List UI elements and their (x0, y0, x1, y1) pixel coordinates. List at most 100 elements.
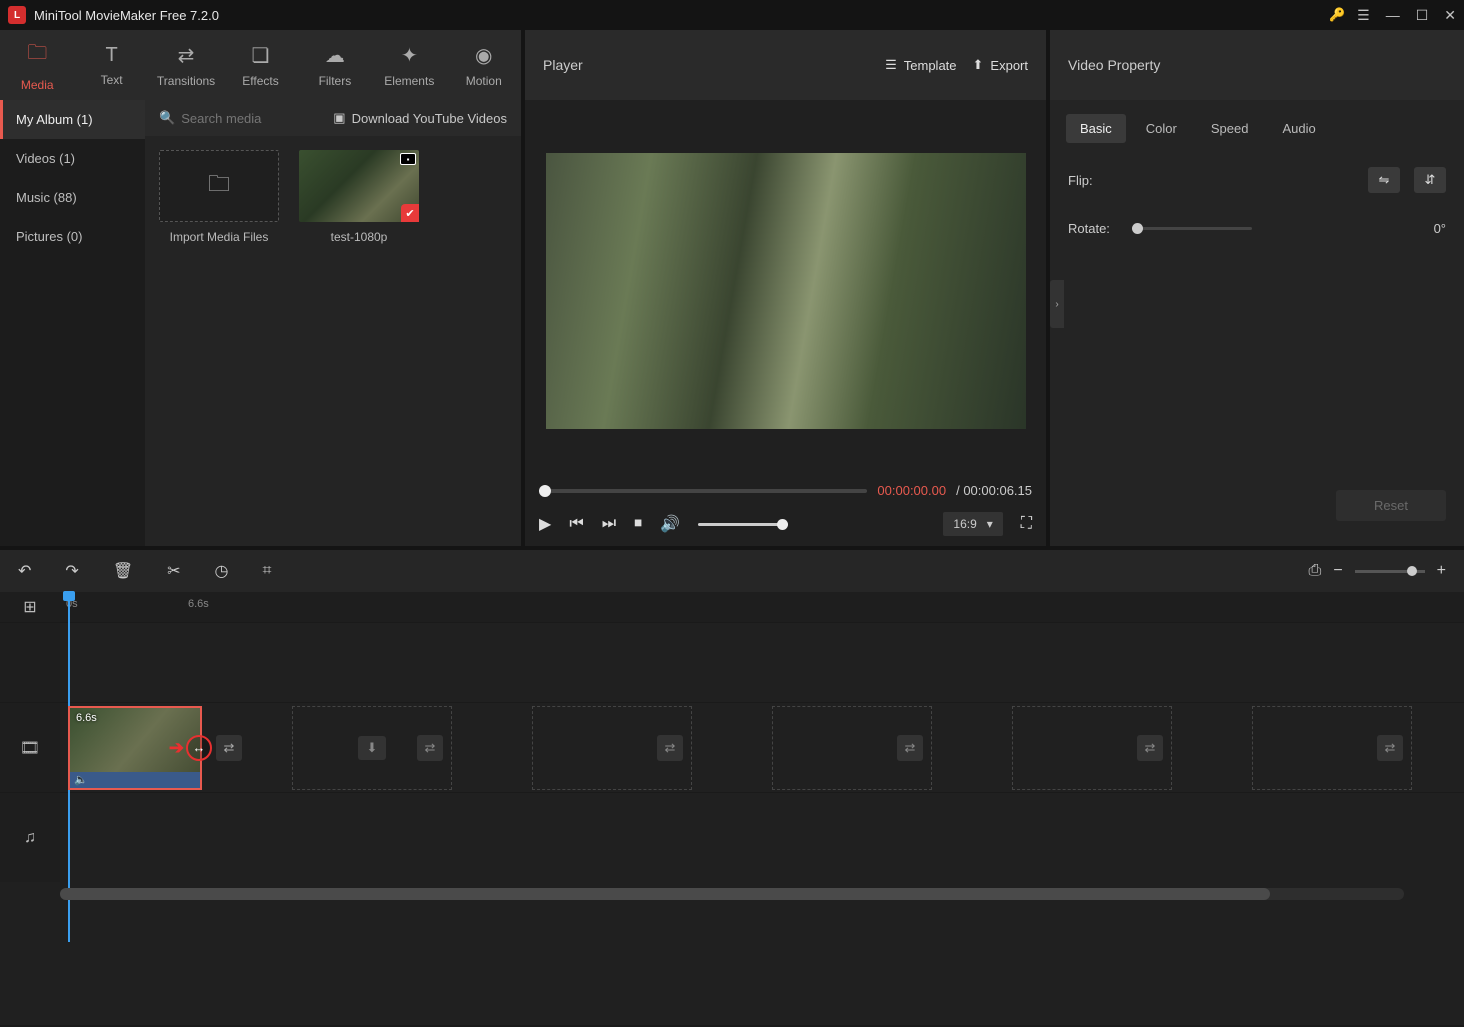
transition-slot-icon[interactable]: ⇄ (1137, 735, 1163, 761)
empty-clip-slot[interactable]: ⇄ (1252, 706, 1412, 790)
next-frame-button[interactable]: ⏭ (602, 515, 616, 533)
hamburger-menu-icon[interactable]: ☰ (1357, 7, 1370, 24)
timeline-ruler[interactable]: 0s 6.6s (60, 592, 1464, 622)
zoom-fit-icon[interactable]: ⎙ (1309, 562, 1322, 580)
rotate-value: 0° (1434, 221, 1446, 236)
flip-horizontal-button[interactable]: ⇋ (1368, 167, 1400, 193)
sidebar-item-music[interactable]: Music (88) (0, 178, 145, 217)
app-title: MiniTool MovieMaker Free 7.2.0 (34, 8, 1329, 23)
resize-handle-annotation[interactable]: ↔ (186, 735, 212, 761)
export-icon: ⬆ (973, 57, 984, 73)
empty-clip-slot[interactable]: ⇄ (1012, 706, 1172, 790)
overlay-track[interactable] (60, 623, 1464, 702)
transition-slot-icon[interactable]: ⇄ (657, 735, 683, 761)
key-icon[interactable]: 🔑 (1329, 7, 1345, 23)
add-media-icon: ⬇ (358, 736, 386, 760)
collapse-panel-button[interactable]: › (1050, 280, 1064, 328)
app-logo-icon: L (8, 6, 26, 24)
zoom-in-button[interactable]: + (1437, 562, 1446, 580)
sidebar-item-pictures[interactable]: Pictures (0) (0, 217, 145, 256)
prop-tab-audio[interactable]: Audio (1268, 114, 1329, 143)
search-input[interactable] (181, 111, 301, 126)
rotate-label: Rotate: (1068, 221, 1118, 236)
check-badge-icon: ✔ (401, 204, 419, 222)
audio-track[interactable] (60, 793, 1464, 882)
volume-slider[interactable] (698, 523, 788, 526)
empty-clip-slot[interactable]: ⬇⇄ (292, 706, 452, 790)
player-title: Player (543, 57, 869, 73)
tab-media[interactable]: 🗀Media (0, 30, 74, 100)
video-track[interactable]: 6.6s 🔈 ➔ ↔ ⇄ ⬇⇄ ⇄ ⇄ ⇄ ⇄ (60, 703, 1464, 792)
player-panel: Player ☰Template ⬆Export 00:00:00.00 / 0… (525, 30, 1050, 546)
empty-clip-slot[interactable]: ⇄ (772, 706, 932, 790)
transition-slot-icon[interactable]: ⇄ (417, 735, 443, 761)
flip-vertical-button[interactable]: ⇵ (1414, 167, 1446, 193)
tab-transitions[interactable]: ⇄Transitions (149, 30, 223, 100)
speed-button[interactable]: ◷ (215, 561, 229, 581)
prop-tab-basic[interactable]: Basic (1066, 114, 1126, 143)
window-controls: ☰ — ☐ ✕ (1357, 7, 1456, 24)
time-current: 00:00:00.00 (877, 483, 946, 498)
maximize-button[interactable]: ☐ (1416, 7, 1429, 24)
prev-frame-button[interactable]: ⏮ (569, 515, 583, 533)
clip-audio-strip: 🔈 (70, 772, 200, 788)
timeline-scrollbar[interactable] (60, 888, 1404, 900)
tab-effects[interactable]: ❏Effects (223, 30, 297, 100)
zoom-out-button[interactable]: − (1333, 562, 1342, 580)
tab-motion[interactable]: ◉Motion (447, 30, 521, 100)
media-clip-card[interactable]: ▪ ✔ test-1080p (299, 150, 419, 244)
media-panel: 🗀Media TText ⇄Transitions ❏Effects ☁Filt… (0, 30, 525, 546)
stop-button[interactable]: ⏹ (634, 515, 642, 533)
tab-elements[interactable]: ✦Elements (372, 30, 446, 100)
prop-tab-speed[interactable]: Speed (1197, 114, 1263, 143)
time-total: / 00:00:06.15 (956, 483, 1032, 498)
delete-button[interactable]: 🗑 (113, 561, 133, 581)
motion-icon: ◉ (475, 43, 492, 68)
drag-arrow-annotation: ➔ (169, 737, 184, 758)
top-tabs: 🗀Media TText ⇄Transitions ❏Effects ☁Filt… (0, 30, 521, 100)
redo-button[interactable]: ↷ (65, 561, 78, 581)
speaker-icon: 🔈 (74, 773, 88, 786)
template-button[interactable]: ☰Template (885, 57, 956, 73)
aspect-ratio-select[interactable]: 16:9▾ (943, 512, 1002, 536)
title-bar: L MiniTool MovieMaker Free 7.2.0 🔑 ☰ — ☐… (0, 0, 1464, 30)
transition-slot-icon[interactable]: ⇄ (897, 735, 923, 761)
empty-clip-slot[interactable]: ⇄ (532, 706, 692, 790)
minimize-button[interactable]: — (1386, 7, 1400, 23)
youtube-icon: ▣ (333, 110, 345, 126)
tab-filters[interactable]: ☁Filters (298, 30, 372, 100)
elements-icon: ✦ (401, 43, 418, 68)
rotate-slider[interactable] (1132, 227, 1252, 230)
transitions-icon: ⇄ (178, 43, 195, 68)
video-track-icon: 🎞 (0, 703, 60, 792)
split-button[interactable]: ✂ (167, 561, 180, 581)
chevron-down-icon: ▾ (987, 517, 993, 531)
timeline-panel: ↶ ↷ 🗑 ✂ ◷ ⌗ ⎙ − + ⊞ 0s 6.6s 🎞 6.6s 🔈 ➔ (0, 546, 1464, 1025)
undo-button[interactable]: ↶ (18, 561, 31, 581)
play-button[interactable]: ▶ (539, 514, 551, 534)
video-preview[interactable] (546, 153, 1026, 429)
reset-button[interactable]: Reset (1336, 490, 1446, 521)
download-youtube-link[interactable]: ▣ Download YouTube Videos (333, 110, 507, 126)
prop-tab-color[interactable]: Color (1132, 114, 1191, 143)
sidebar-item-videos[interactable]: Videos (1) (0, 139, 145, 178)
timeline-clip[interactable]: 6.6s 🔈 ➔ ↔ ⇄ (68, 706, 202, 790)
export-button[interactable]: ⬆Export (973, 57, 1028, 73)
zoom-slider[interactable] (1355, 570, 1425, 573)
media-toolbar: 🔍 ▣ Download YouTube Videos (145, 100, 521, 136)
transition-slot-icon[interactable]: ⇄ (216, 735, 242, 761)
transition-slot-icon[interactable]: ⇄ (1377, 735, 1403, 761)
folder-icon: 🗀 (27, 38, 47, 72)
tab-text[interactable]: TText (74, 30, 148, 100)
audio-track-icon: ♫ (0, 793, 60, 882)
volume-icon[interactable]: 🔊 (660, 514, 680, 534)
add-track-button[interactable]: ⊞ (0, 592, 60, 622)
effects-icon: ❏ (252, 43, 270, 68)
flip-label: Flip: (1068, 173, 1118, 188)
crop-button[interactable]: ⌗ (263, 562, 272, 580)
import-media-card[interactable]: 🗀 Import Media Files (159, 150, 279, 244)
close-button[interactable]: ✕ (1444, 7, 1456, 24)
fullscreen-button[interactable]: ⛶ (1021, 515, 1032, 533)
progress-slider[interactable] (539, 489, 867, 493)
sidebar-item-my-album[interactable]: My Album (1) (0, 100, 145, 139)
